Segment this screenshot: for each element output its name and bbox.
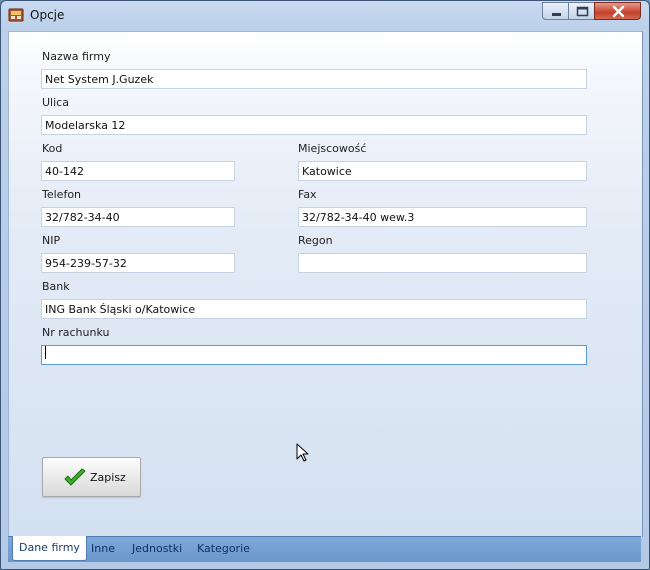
maximize-button[interactable] (568, 2, 595, 20)
options-window: Opcje Nazwa firmy Ulica Kod Miejscowość … (0, 0, 650, 570)
close-icon (612, 5, 625, 18)
tab-other[interactable]: Inne (85, 539, 121, 559)
title-bar[interactable]: Opcje (1, 1, 649, 31)
company-name-label: Nazwa firmy (42, 50, 111, 63)
maximize-icon (576, 6, 589, 17)
save-button-label: Zapisz (90, 471, 126, 484)
save-button[interactable]: Zapisz (42, 457, 141, 497)
city-field[interactable] (298, 161, 587, 181)
bank-label: Bank (42, 280, 70, 293)
account-number-field[interactable] (41, 345, 587, 365)
minimize-button[interactable] (542, 2, 569, 20)
postal-code-label: Kod (42, 142, 63, 155)
text-caret (45, 346, 46, 359)
account-number-label: Nr rachunku (42, 326, 110, 339)
regon-label: Regon (298, 234, 333, 247)
window-title: Opcje (30, 8, 65, 22)
regon-field[interactable] (298, 253, 587, 273)
tab-company-data[interactable]: Dane firmy (12, 536, 87, 561)
minimize-icon (552, 13, 561, 16)
street-label: Ulica (42, 96, 69, 109)
postal-code-field[interactable] (41, 161, 235, 181)
nip-field[interactable] (41, 253, 235, 273)
phone-label: Telefon (42, 188, 82, 201)
city-label: Miejscowość (298, 142, 367, 155)
street-field[interactable] (41, 115, 587, 135)
phone-field[interactable] (41, 207, 235, 227)
nip-label: NIP (42, 234, 61, 247)
tab-strip: Dane firmy Inne Jednostki Kategorie (8, 536, 641, 562)
fax-label: Fax (298, 188, 317, 201)
close-button[interactable] (594, 2, 641, 20)
company-name-field[interactable] (41, 69, 587, 89)
tab-categories[interactable]: Kategorie (191, 539, 256, 559)
check-icon (64, 468, 86, 486)
bank-field[interactable] (41, 299, 587, 319)
mouse-pointer-icon (296, 443, 309, 462)
app-icon (8, 7, 24, 23)
tab-units[interactable]: Jednostki (126, 539, 188, 559)
fax-field[interactable] (298, 207, 587, 227)
